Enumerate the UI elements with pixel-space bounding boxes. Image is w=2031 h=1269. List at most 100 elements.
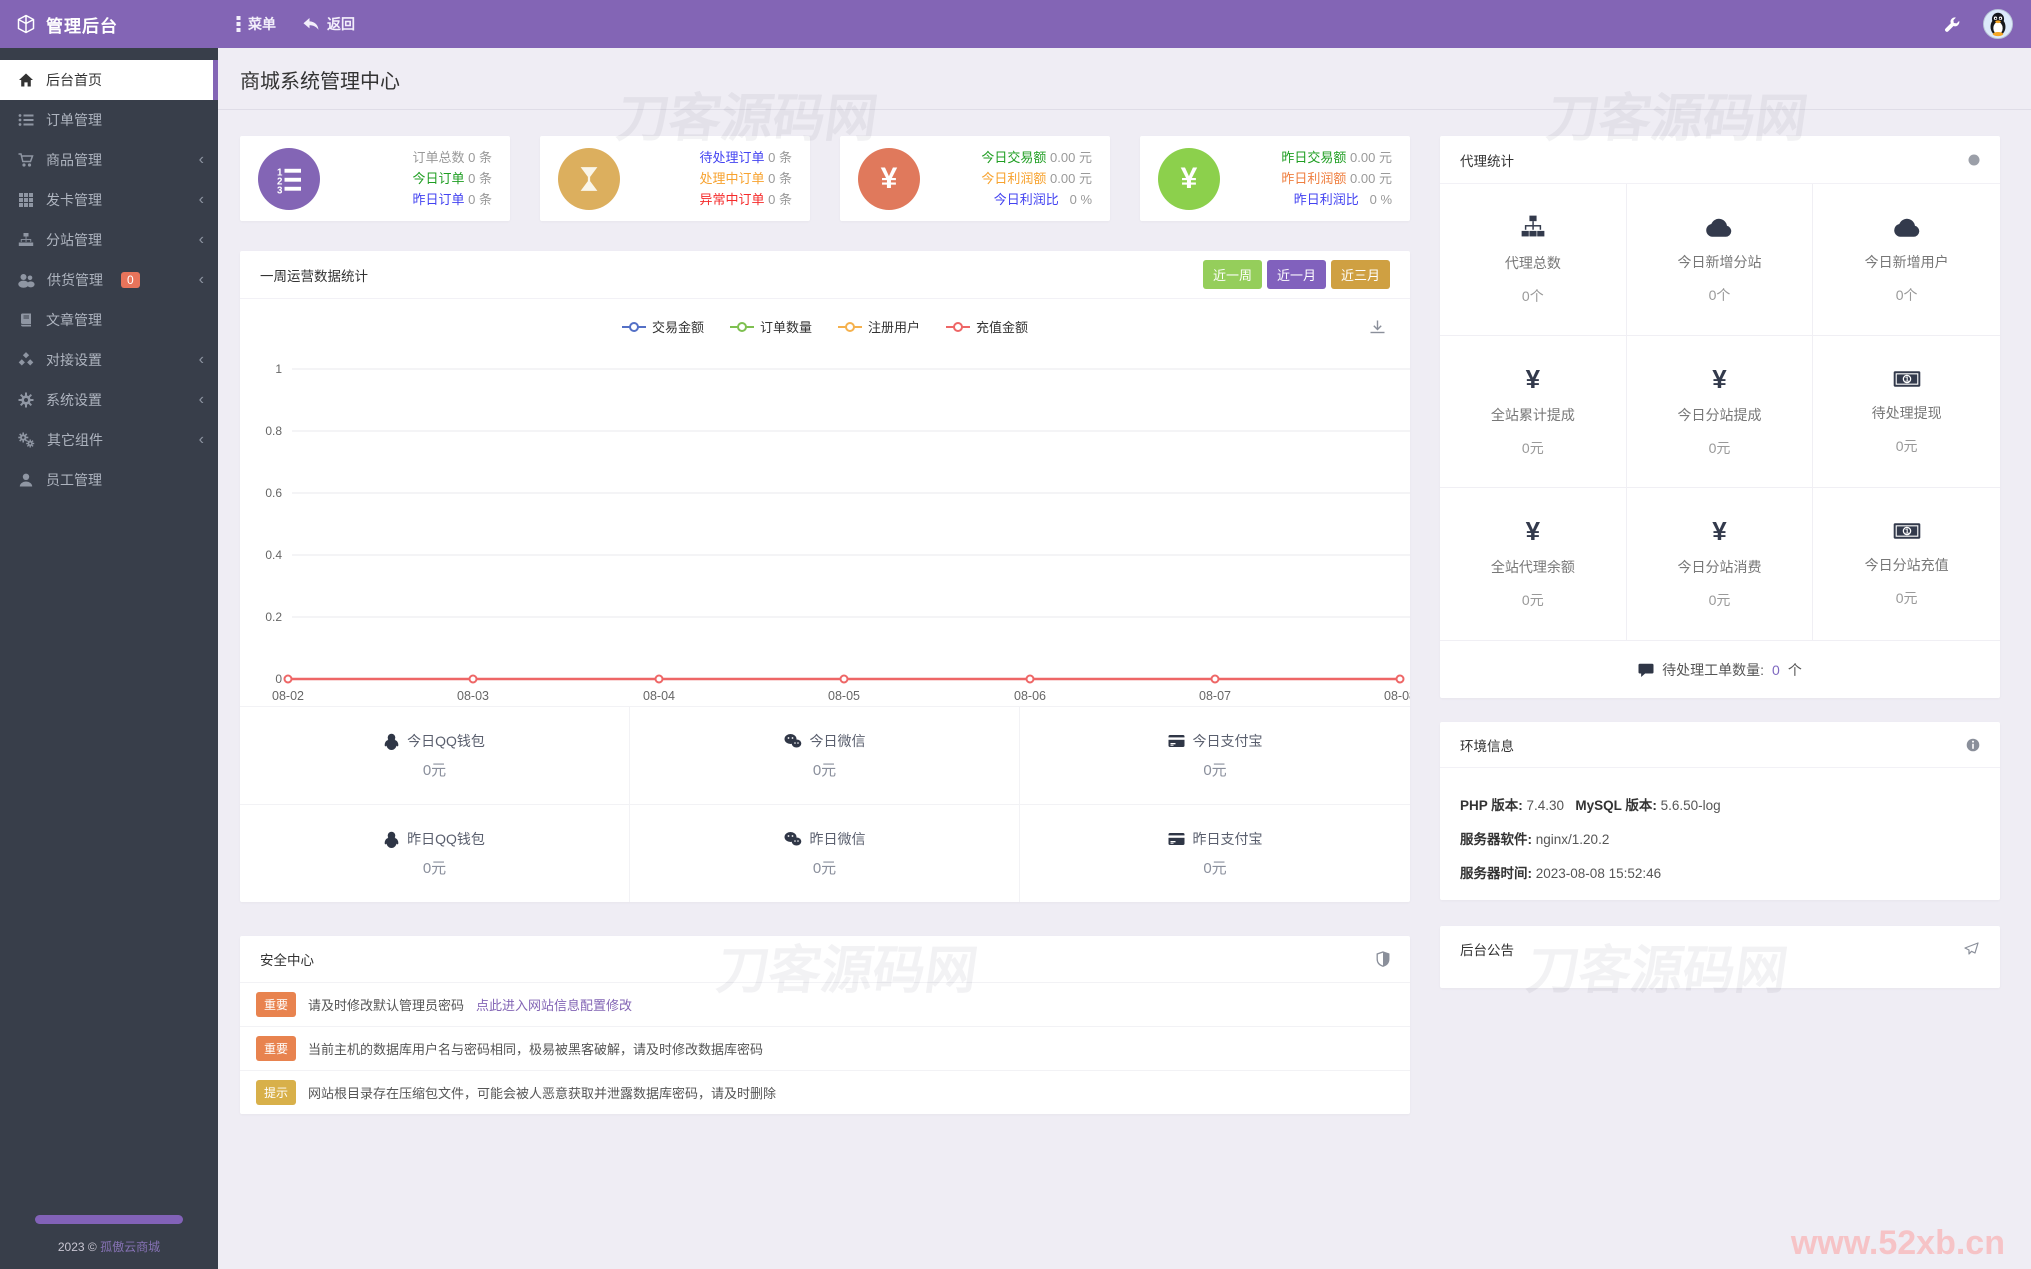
pay-value-text: 0元 <box>813 857 836 878</box>
sidebar-item-articles[interactable]: 文章管理 <box>0 300 218 340</box>
range-quarter-button[interactable]: 近三月 <box>1331 260 1390 289</box>
chevron-left-icon: ‹ <box>199 231 204 249</box>
ordered-list-icon: 123 <box>258 148 320 210</box>
yen-icon: ¥ <box>1526 518 1540 544</box>
stat-label: 昨日交易额 <box>1281 150 1346 165</box>
page-title: 商城系统管理中心 <box>218 48 2031 110</box>
agent-cell-label: 代理总数 <box>1505 253 1561 273</box>
home-icon <box>18 72 34 88</box>
tip-badge: 提示 <box>256 1080 296 1105</box>
stat-value: 0 <box>768 171 775 186</box>
mysql-version-label: MySQL 版本: <box>1575 798 1657 813</box>
pay-value-text: 0元 <box>1203 759 1226 780</box>
sidebar-item-home[interactable]: 后台首页 <box>0 60 218 100</box>
server-software-value: nginx/1.20.2 <box>1536 832 1610 847</box>
stat-label: 处理中订单 <box>699 171 764 186</box>
money-bill-icon: 1 <box>1893 520 1921 542</box>
pay-cell-wechat-today: 今日微信 0元 <box>630 706 1020 804</box>
range-week-button[interactable]: 近一周 <box>1203 260 1262 289</box>
stat-label: 订单总数 <box>412 150 464 165</box>
tickets-unit: 个 <box>1788 660 1802 680</box>
pay-value-text: 0元 <box>1203 857 1226 878</box>
agent-cell-value: 0元 <box>1522 590 1544 610</box>
agent-cell-label: 全站累计提成 <box>1491 405 1575 425</box>
pay-cell-wechat-yesterday: 昨日微信 0元 <box>630 804 1020 902</box>
stat-value: 0 <box>768 192 775 207</box>
sidebar-item-substations[interactable]: 分站管理 ‹ <box>0 220 218 260</box>
circle-icon <box>1968 154 1980 166</box>
range-month-button[interactable]: 近一月 <box>1267 260 1326 289</box>
agent-cell-new-users: 今日新增用户 0个 <box>1813 184 2000 336</box>
pay-label-text: 昨日微信 <box>810 829 866 849</box>
security-row: 重要 当前主机的数据库用户名与密码相同，极易被黑客破解，请及时修改数据库密码 <box>240 1026 1410 1070</box>
sitemap-icon <box>1519 214 1547 240</box>
megaphone-icon <box>1964 942 1980 957</box>
legend-item-transactions[interactable]: 交易金额 <box>622 317 704 336</box>
x-tick: 08-02 <box>272 689 304 703</box>
menu-dots-icon <box>236 16 241 32</box>
mysql-version-value: 5.6.50-log <box>1661 798 1721 813</box>
wrench-icon[interactable] <box>1944 16 1961 33</box>
site-link[interactable]: 孤傲云商城 <box>100 1240 160 1254</box>
security-row: 提示 网站根目录存在压缩包文件，可能会被人恶意获取并泄露数据库密码，请及时删除 <box>240 1070 1410 1114</box>
important-badge: 重要 <box>256 1036 296 1061</box>
config-link[interactable]: 点此进入网站信息配置修改 <box>476 995 632 1014</box>
app-logo[interactable]: 管理后台 <box>0 12 218 37</box>
stat-unit: 条 <box>479 171 492 186</box>
sidebar-item-suppliers[interactable]: 供货管理 0 ‹ <box>0 260 218 300</box>
sidebar-item-settings[interactable]: 系统设置 ‹ <box>0 380 218 420</box>
sidebar-item-staff[interactable]: 员工管理 <box>0 460 218 500</box>
agent-cell-value: 0元 <box>1896 588 1918 608</box>
legend-item-registrations[interactable]: 注册用户 <box>838 317 920 336</box>
credit-card-icon <box>1168 734 1185 748</box>
sidebar-item-components[interactable]: 其它组件 ‹ <box>0 420 218 460</box>
back-button[interactable]: 返回 <box>302 14 355 34</box>
agent-cell-label: 今日新增分站 <box>1677 252 1761 272</box>
agent-cell-today-commission: ¥ 今日分站提成 0元 <box>1627 336 1814 488</box>
agent-cell-value: 0元 <box>1522 438 1544 458</box>
agent-cell-value: 0元 <box>1709 590 1731 610</box>
legend-label: 充值金额 <box>976 317 1028 336</box>
x-tick: 08-04 <box>643 689 675 703</box>
legend-item-orders[interactable]: 订单数量 <box>730 317 812 336</box>
yen-icon: ¥ <box>858 148 920 210</box>
corner-watermark: www.52xb.cn <box>1791 1224 2005 1263</box>
php-version-value: 7.4.30 <box>1527 798 1565 813</box>
y-tick: 0.4 <box>265 548 282 562</box>
stat-unit: % <box>1380 192 1392 207</box>
chart-legend: 交易金额 订单数量 注册用户 充值金额 <box>240 299 1410 338</box>
sidebar-item-cards[interactable]: 发卡管理 ‹ <box>0 180 218 220</box>
sidebar-item-label: 分站管理 <box>46 230 102 250</box>
agent-cell-today-recharge: 1 今日分站充值 0元 <box>1813 488 2000 640</box>
sidebar-item-orders[interactable]: 订单管理 <box>0 100 218 140</box>
sidebar-item-label: 发卡管理 <box>46 190 102 210</box>
sidebar-item-docking[interactable]: 对接设置 ‹ <box>0 340 218 380</box>
stat-value: 0.00 <box>1050 150 1075 165</box>
chevron-left-icon: ‹ <box>199 351 204 369</box>
chevron-left-icon: ‹ <box>199 271 204 289</box>
stat-value: 0.00 <box>1050 171 1075 186</box>
legend-label: 交易金额 <box>652 317 704 336</box>
stat-card-yesterday-money: ¥ 昨日交易额 0.00 元 昨日利润额 0.00 元 昨日利润比 0 % <box>1140 136 1410 221</box>
pay-label-text: 今日微信 <box>810 731 866 751</box>
stat-value: 0 <box>468 171 475 186</box>
stat-unit: 条 <box>779 171 792 186</box>
sidebar-item-products[interactable]: 商品管理 ‹ <box>0 140 218 180</box>
yen-icon: ¥ <box>1712 518 1726 544</box>
legend-item-recharge[interactable]: 充值金额 <box>946 317 1028 336</box>
pay-label-text: 今日支付宝 <box>1193 731 1263 751</box>
yen-icon: ¥ <box>1712 366 1726 392</box>
user-avatar[interactable] <box>1983 9 2013 39</box>
stat-value: 0.00 <box>1350 150 1375 165</box>
stat-unit: 条 <box>779 150 792 165</box>
cart-icon <box>18 152 34 168</box>
gear-icon <box>18 392 34 408</box>
download-icon[interactable] <box>1369 319 1386 336</box>
sidebar: 后台首页 订单管理 商品管理 ‹ 发卡管理 ‹ 分站管理 ‹ 供货管理 0 ‹ … <box>0 48 218 1269</box>
credit-card-icon <box>1168 832 1185 846</box>
stat-label: 今日利润额 <box>981 171 1046 186</box>
y-tick: 1 <box>275 362 282 376</box>
stat-card-pending: 待处理订单 0 条 处理中订单 0 条 异常中订单 0 条 <box>540 136 810 221</box>
menu-toggle-button[interactable]: 菜单 <box>236 14 276 34</box>
agent-cell-today-consumption: ¥ 今日分站消费 0元 <box>1627 488 1814 640</box>
